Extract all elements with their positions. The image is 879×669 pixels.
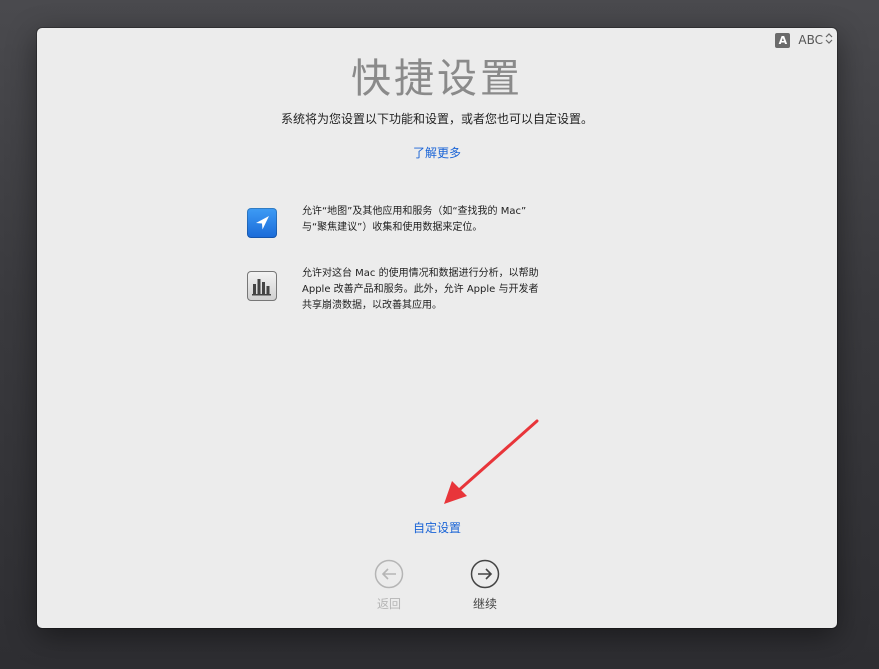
feature-analytics-line: 共享崩溃数据，以改善其应用。 [302,300,442,311]
feature-analytics-line: Apple 改善产品和服务。此外，允许 Apple 与开发者 [302,284,539,295]
feature-location-line: 允许“地图”及其他应用和服务（如“查找我的 Mac” [302,206,527,217]
page-subtitle: 系统将为您设置以下功能和设置，或者您也可以自定设置。 [280,112,593,126]
continue-label: 继续 [472,597,497,611]
input-source-label: ABC [798,33,823,47]
chevron-updown-icon [825,33,833,47]
feature-analytics-line: 允许对这台 Mac 的使用情况和数据进行分析，以帮助 [302,268,539,279]
custom-setup-link[interactable]: 自定设置 [37,519,837,536]
setup-window: A ABC 快捷设置 系统将为您设置以下功能和设置，或者您也可以自定设置。 了解… [37,28,837,628]
page-title: 快捷设置 [351,56,523,102]
continue-button[interactable]: 继续 [455,559,515,612]
back-label: 返回 [376,597,401,611]
analytics-chart-icon [247,271,277,301]
learn-more-link[interactable]: 了解更多 [37,144,837,161]
feature-location-line: 与“聚焦建议”）收集和使用数据来定位。 [302,222,483,233]
back-button[interactable]: 返回 [359,559,419,612]
feature-analytics-text: 允许对这台 Mac 的使用情况和数据进行分析，以帮助 Apple 改善产品和服务… [302,266,592,314]
forward-arrow-icon [455,559,515,593]
feature-location-text: 允许“地图”及其他应用和服务（如“查找我的 Mac” 与“聚焦建议”）收集和使用… [302,204,592,236]
location-arrow-icon [247,208,277,238]
back-arrow-icon [359,559,419,593]
